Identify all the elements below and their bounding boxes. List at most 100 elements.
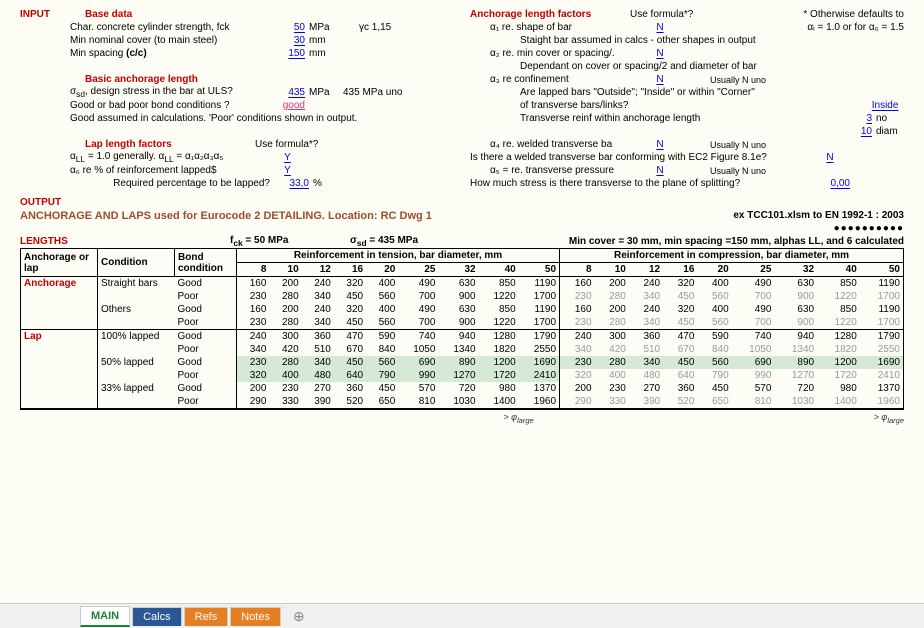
tension-cell: 980 bbox=[479, 382, 519, 395]
diam-header: 32 bbox=[774, 263, 817, 277]
tension-cell: 1820 bbox=[479, 343, 519, 356]
tension-cell: 300 bbox=[269, 330, 301, 344]
compression-cell: 790 bbox=[697, 369, 731, 382]
compression-cell: 650 bbox=[697, 395, 731, 409]
dots-indicator: ●●●●●●●●●● bbox=[834, 223, 904, 234]
pct-lapped-label: Required percentage to be lapped? bbox=[70, 178, 274, 189]
compression-cell: 700 bbox=[732, 290, 775, 303]
bond-note: Good assumed in calculations. 'Poor' con… bbox=[70, 113, 357, 124]
tension-cell: 490 bbox=[398, 303, 438, 316]
alpha5-label: α₅ = re. transverse pressure bbox=[490, 165, 650, 176]
compression-cell: 1220 bbox=[817, 290, 860, 303]
compression-cell: 1690 bbox=[860, 356, 904, 369]
bond-cell: Poor bbox=[175, 369, 237, 382]
fck-label: Char. concrete cylinder strength, fck bbox=[70, 22, 270, 33]
bond-cell: Poor bbox=[175, 343, 237, 356]
cover-input[interactable]: 30 bbox=[270, 35, 305, 46]
lapped-bars-input[interactable]: Inside bbox=[872, 100, 899, 111]
compression-cell: 400 bbox=[595, 369, 629, 382]
tension-cell: 480 bbox=[302, 369, 334, 382]
tension-cell: 340 bbox=[237, 343, 270, 356]
alpha4-input[interactable]: N bbox=[650, 139, 670, 150]
table-row: Poor320400480640790990127017202410320400… bbox=[21, 369, 904, 382]
tab-calcs[interactable]: Calcs bbox=[132, 607, 182, 626]
bond-cell: Poor bbox=[175, 316, 237, 330]
lapped-bars-q2: of transverse bars/links? bbox=[520, 100, 780, 111]
condition-cell: Others bbox=[98, 303, 175, 316]
pct-lapped-input[interactable]: 33,0 bbox=[274, 178, 309, 189]
tension-cell: 420 bbox=[269, 343, 301, 356]
diam-header: 32 bbox=[438, 263, 478, 277]
tension-cell: 810 bbox=[398, 395, 438, 409]
alpha6-input[interactable]: Y bbox=[270, 165, 305, 176]
spacing-input[interactable]: 150 bbox=[270, 48, 305, 59]
diam-header: 16 bbox=[334, 263, 366, 277]
tension-cell: 240 bbox=[302, 303, 334, 316]
tension-cell: 510 bbox=[302, 343, 334, 356]
welded-q: Is there a welded transverse bar conform… bbox=[470, 152, 820, 163]
compression-cell: 240 bbox=[629, 303, 663, 316]
compression-cell: 1700 bbox=[860, 290, 904, 303]
ex-ref: ex TCC101.xlsm to EN 1992-1 : 2003 bbox=[733, 210, 904, 221]
group-cell bbox=[21, 316, 98, 330]
compression-cell: 700 bbox=[732, 316, 775, 330]
tension-cell: 1690 bbox=[519, 356, 560, 369]
compression-cell: 2410 bbox=[860, 369, 904, 382]
diam-header: 25 bbox=[398, 263, 438, 277]
compression-cell: 740 bbox=[732, 330, 775, 344]
tension-cell: 230 bbox=[237, 290, 270, 303]
alpha-ll-input[interactable]: Y bbox=[270, 152, 305, 163]
compression-cell: 560 bbox=[697, 316, 731, 330]
anchorage-factors-heading: Anchorage length factors bbox=[470, 9, 630, 20]
tension-cell: 1030 bbox=[438, 395, 478, 409]
tension-cell: 790 bbox=[366, 369, 398, 382]
alpha5-input[interactable]: N bbox=[650, 165, 670, 176]
alpha3-usual: Usually N uno bbox=[710, 75, 766, 85]
tab-add[interactable]: ⊕ bbox=[283, 607, 315, 625]
trans-no-input[interactable]: 3 bbox=[852, 113, 872, 124]
compression-cell: 280 bbox=[595, 290, 629, 303]
tension-cell: 470 bbox=[334, 330, 366, 344]
gamma-c: γc 1,15 bbox=[359, 22, 391, 33]
tension-cell: 230 bbox=[237, 316, 270, 330]
trans-diam-input[interactable]: 10 bbox=[852, 126, 872, 137]
alpha2-input[interactable]: N bbox=[650, 48, 670, 59]
table-row: Poor290330390520650810103014001960290330… bbox=[21, 395, 904, 409]
sigma-summary: σsd = 435 MPa bbox=[350, 235, 418, 248]
tension-cell: 740 bbox=[398, 330, 438, 344]
compression-cell: 1050 bbox=[732, 343, 775, 356]
stress-input[interactable]: 0,00 bbox=[820, 178, 850, 189]
diam-header: 40 bbox=[817, 263, 860, 277]
compression-cell: 240 bbox=[560, 330, 595, 344]
tension-cell: 560 bbox=[366, 290, 398, 303]
diam-header: 50 bbox=[860, 263, 904, 277]
tab-main[interactable]: MAIN bbox=[80, 606, 130, 627]
tab-notes[interactable]: Notes bbox=[230, 607, 281, 626]
fck-input[interactable]: 50 bbox=[270, 22, 305, 33]
fck-unit: MPa bbox=[309, 22, 339, 33]
tab-refs[interactable]: Refs bbox=[184, 607, 229, 626]
compression-cell: 1340 bbox=[774, 343, 817, 356]
compression-cell: 200 bbox=[560, 382, 595, 395]
compression-cell: 570 bbox=[732, 382, 775, 395]
bond-input[interactable]: good bbox=[270, 100, 305, 111]
compression-cell: 450 bbox=[663, 290, 697, 303]
compression-cell: 280 bbox=[595, 356, 629, 369]
tension-cell: 390 bbox=[302, 395, 334, 409]
welded-input[interactable]: N bbox=[820, 152, 840, 163]
compression-cell: 230 bbox=[560, 316, 595, 330]
alpha1-input[interactable]: N bbox=[650, 22, 670, 33]
compression-cell: 360 bbox=[629, 330, 663, 344]
compression-cell: 990 bbox=[732, 369, 775, 382]
condition-cell bbox=[98, 369, 175, 382]
sigma-sd-input[interactable]: 435 bbox=[270, 87, 305, 98]
condition-cell: 33% lapped bbox=[98, 382, 175, 395]
group-cell bbox=[21, 356, 98, 369]
compression-cell: 1370 bbox=[860, 382, 904, 395]
compression-cell: 2550 bbox=[860, 343, 904, 356]
lengths-heading: LENGTHS bbox=[20, 236, 68, 247]
alpha3-input[interactable]: N bbox=[650, 74, 670, 85]
phi-large-right: > φlarge bbox=[874, 412, 904, 425]
group-cell bbox=[21, 395, 98, 409]
tension-cell: 990 bbox=[398, 369, 438, 382]
